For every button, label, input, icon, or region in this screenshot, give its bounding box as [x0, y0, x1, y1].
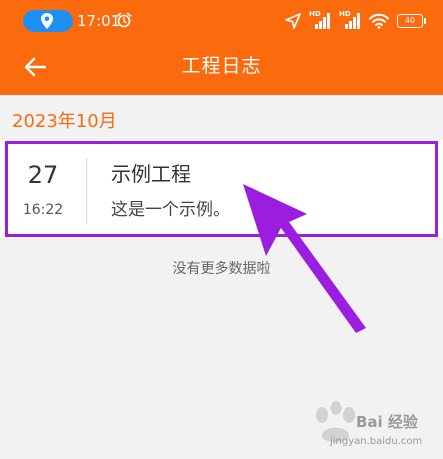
navigation-bar: 工程日志: [0, 40, 443, 95]
navigation-icon: [285, 13, 301, 29]
entry-title: 示例工程: [111, 162, 191, 186]
page-title: 工程日志: [181, 55, 262, 77]
alarm-clock-icon: [116, 12, 132, 28]
watermark-url: jingyan.baidu.com: [330, 436, 423, 447]
signal-indicator-1: HD: [309, 10, 331, 30]
location-indicator: [23, 10, 73, 32]
wifi-icon: [369, 13, 389, 29]
month-group-header: 2023年10月: [12, 111, 117, 132]
status-bar: 17:01 HD HD 40: [0, 0, 443, 40]
signal-label: HD: [339, 10, 351, 18]
location-pin-icon: [41, 13, 53, 29]
status-icons: HD HD 40: [285, 10, 426, 30]
entry-divider: [86, 158, 87, 224]
signal-indicator-2: HD: [339, 10, 361, 30]
app-header: 17:01 HD HD 40 工程日志: [0, 0, 443, 95]
entry-time: 16:22: [22, 202, 64, 218]
entry-day: 27: [27, 161, 59, 189]
status-time: 17:01: [77, 12, 121, 30]
entry-description: 这是一个示例。: [111, 200, 230, 220]
back-button[interactable]: [20, 52, 50, 82]
watermark-text: Bai 经验: [356, 413, 418, 431]
battery-icon: 40: [397, 14, 426, 28]
no-more-data-text: 没有更多数据啦: [172, 261, 271, 277]
back-arrow-icon: [24, 57, 46, 77]
signal-label: HD: [309, 10, 321, 18]
